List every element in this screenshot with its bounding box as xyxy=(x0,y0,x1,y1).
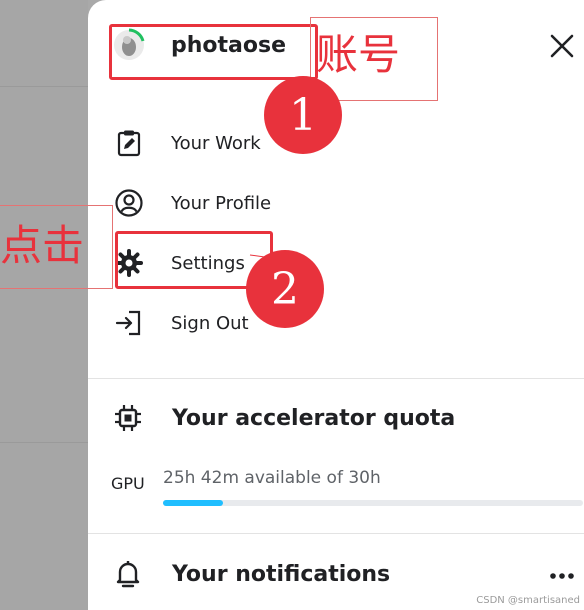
watermark: CSDN @smartisaned xyxy=(476,595,580,606)
click-annotation: 点击 xyxy=(0,221,85,270)
step-badge-1: 1 xyxy=(264,76,342,154)
close-button[interactable] xyxy=(546,30,578,62)
backdrop-divider xyxy=(0,86,88,87)
gpu-quota-progress xyxy=(163,500,583,506)
backdrop-divider xyxy=(0,442,88,443)
clipboard-edit-icon xyxy=(114,128,144,158)
divider xyxy=(88,533,584,534)
menu-item-your-profile[interactable]: Your Profile xyxy=(88,178,584,230)
menu-item-label: Your Profile xyxy=(171,193,272,214)
account-highlight-box xyxy=(109,24,318,80)
more-horizontal-icon xyxy=(550,573,574,579)
notifications-title: Your notifications xyxy=(172,562,391,587)
gpu-label: GPU xyxy=(111,474,145,493)
chip-icon xyxy=(112,402,144,434)
quota-title: Your accelerator quota xyxy=(172,406,456,431)
dimmed-backdrop[interactable] xyxy=(0,0,88,610)
divider xyxy=(88,378,584,379)
gpu-quota-progress-fill xyxy=(163,500,224,506)
user-circle-icon xyxy=(114,188,144,218)
menu-item-label: Sign Out xyxy=(171,313,249,334)
step-badge-2: 2 xyxy=(246,250,324,328)
account-annotation: 账号 xyxy=(316,30,401,79)
gpu-availability: 25h 42m available of 30h xyxy=(163,468,381,488)
more-options-button[interactable] xyxy=(548,566,576,586)
sign-out-icon xyxy=(114,308,144,338)
menu-item-label: Your Work xyxy=(171,133,261,154)
close-icon xyxy=(550,34,574,58)
menu-item-sign-out[interactable]: Sign Out xyxy=(88,298,584,350)
bell-icon xyxy=(112,558,144,590)
